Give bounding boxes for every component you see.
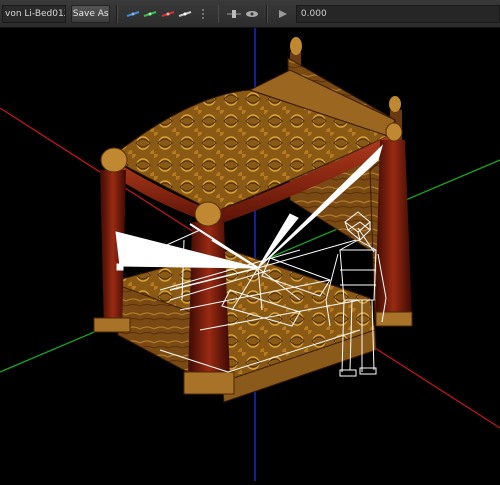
- play-icon[interactable]: [274, 4, 291, 24]
- toolbar-separator: [116, 4, 119, 23]
- center-view-icon[interactable]: [225, 4, 242, 24]
- axis-w-icon[interactable]: [177, 4, 194, 24]
- toolbar: von Li-Bed01XX.nif Save As 0.000: [0, 0, 500, 28]
- 3d-viewport[interactable]: [0, 28, 500, 481]
- axis-y-icon[interactable]: [142, 4, 159, 24]
- save-as-button[interactable]: Save As: [71, 4, 111, 23]
- scene-render: [0, 28, 500, 481]
- toolbar-separator: [266, 4, 269, 23]
- time-field[interactable]: 0.000: [295, 4, 500, 23]
- axis-z-icon[interactable]: [159, 4, 176, 24]
- toolbar-separator: [217, 4, 220, 23]
- eye-view-icon[interactable]: [243, 4, 260, 24]
- file-name-field[interactable]: von Li-Bed01XX.nif: [2, 4, 67, 23]
- more-icon[interactable]: [194, 4, 211, 24]
- axis-x-icon[interactable]: [124, 4, 141, 24]
- bed-post-right: [375, 122, 413, 327]
